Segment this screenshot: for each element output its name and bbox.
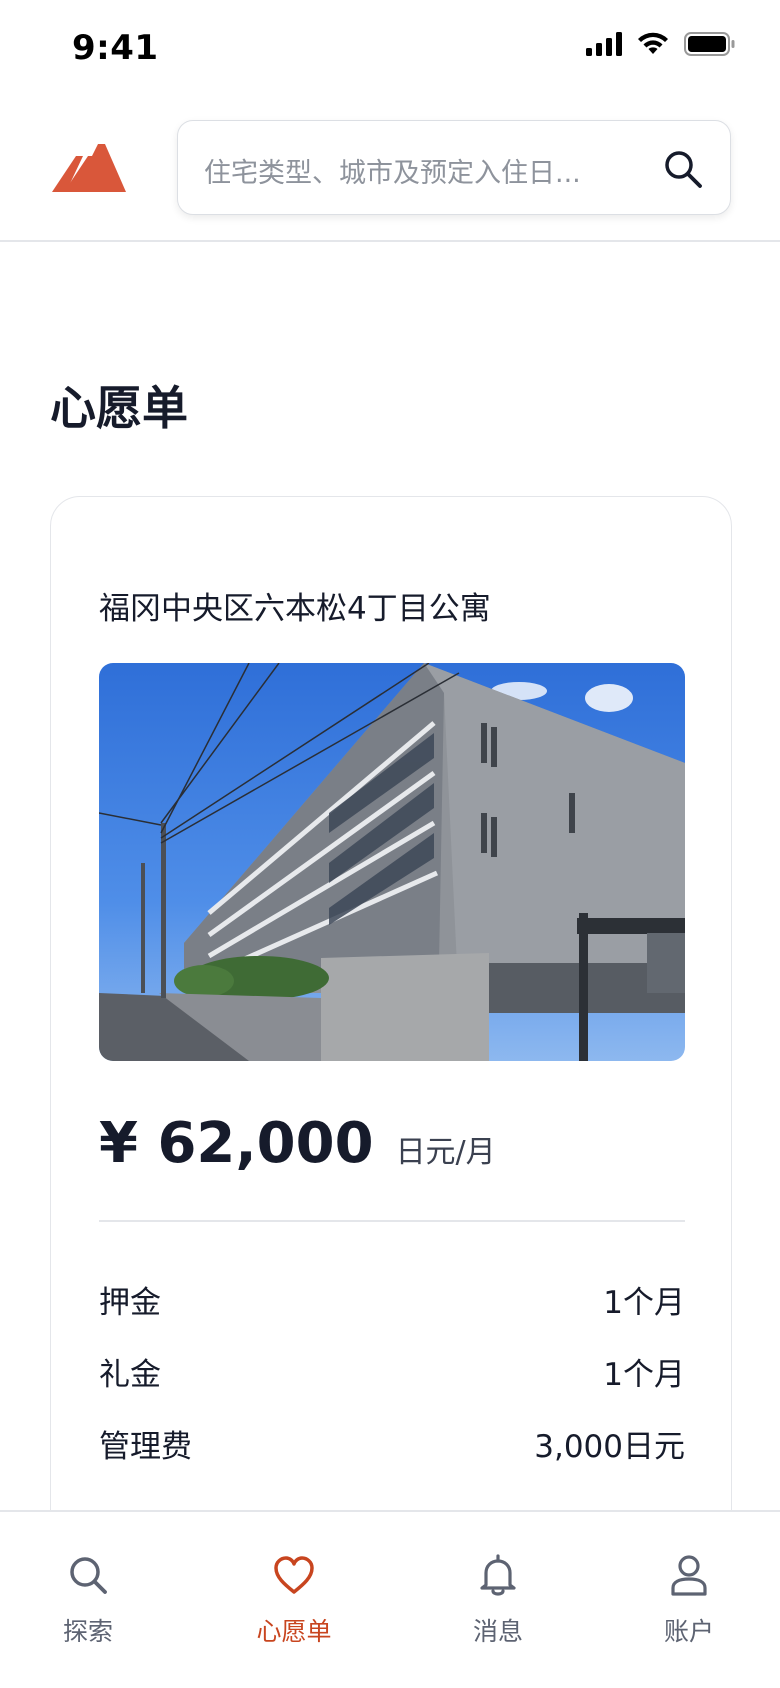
nav-item-account[interactable]: 账户 xyxy=(614,1512,764,1688)
nav-item-explore[interactable]: 探索 xyxy=(13,1512,163,1688)
search-icon[interactable] xyxy=(662,148,704,190)
wishlist-screen: 9:41 住宅类型、城市及预定入住日... 心愿单 福冈中央区六本松4丁目公寓 … xyxy=(0,0,780,1688)
nav-label: 账户 xyxy=(663,1617,714,1646)
fee-row-deposit: 押金 1个月 xyxy=(99,1277,685,1322)
fee-label: 管理费 xyxy=(99,1429,192,1465)
status-time: 9:41 xyxy=(72,28,159,68)
fee-row-management: 管理费 3,000日元 xyxy=(99,1421,685,1466)
signal-icon xyxy=(586,32,622,56)
nav-item-messages[interactable]: 消息 xyxy=(423,1512,573,1688)
bell-icon xyxy=(480,1554,516,1596)
apartment-building-image xyxy=(99,663,685,1061)
search-icon xyxy=(70,1557,107,1594)
fee-value: 3,000日元 xyxy=(534,1429,685,1465)
fee-value: 1个月 xyxy=(603,1285,685,1321)
nav-label: 心愿单 xyxy=(256,1617,332,1646)
price-row: ¥ 62,000 日元/月 xyxy=(99,1111,496,1176)
fee-value: 1个月 xyxy=(603,1357,685,1393)
search-input[interactable]: 住宅类型、城市及预定入住日... xyxy=(204,151,581,190)
listing-photo[interactable] xyxy=(99,663,685,1061)
user-icon xyxy=(671,1555,707,1596)
listing-title[interactable]: 福冈中央区六本松4丁目公寓 xyxy=(99,583,491,628)
fee-label: 礼金 xyxy=(99,1357,161,1393)
battery-icon xyxy=(684,32,735,56)
page-title: 心愿单 xyxy=(50,381,188,435)
bottom-nav: 探索 心愿单 消息 账户 xyxy=(0,1510,780,1688)
price-unit: 日元/月 xyxy=(395,1135,496,1170)
divider xyxy=(99,1220,685,1222)
wifi-icon xyxy=(638,32,668,54)
price-value: ¥ 62,000 xyxy=(99,1111,374,1176)
status-icons xyxy=(586,32,736,56)
search-bar[interactable]: 住宅类型、城市及预定入住日... xyxy=(177,120,731,215)
fee-row-key-money: 礼金 1个月 xyxy=(99,1349,685,1394)
nav-label: 探索 xyxy=(62,1617,113,1646)
heart-icon xyxy=(274,1556,314,1594)
brand-logo[interactable] xyxy=(52,144,126,194)
app-header: 住宅类型、城市及预定入住日... xyxy=(0,100,780,242)
fee-label: 押金 xyxy=(99,1285,161,1321)
nav-label: 消息 xyxy=(472,1617,523,1646)
nav-item-wishlist[interactable]: 心愿单 xyxy=(219,1512,369,1688)
status-bar: 9:41 xyxy=(0,0,780,100)
